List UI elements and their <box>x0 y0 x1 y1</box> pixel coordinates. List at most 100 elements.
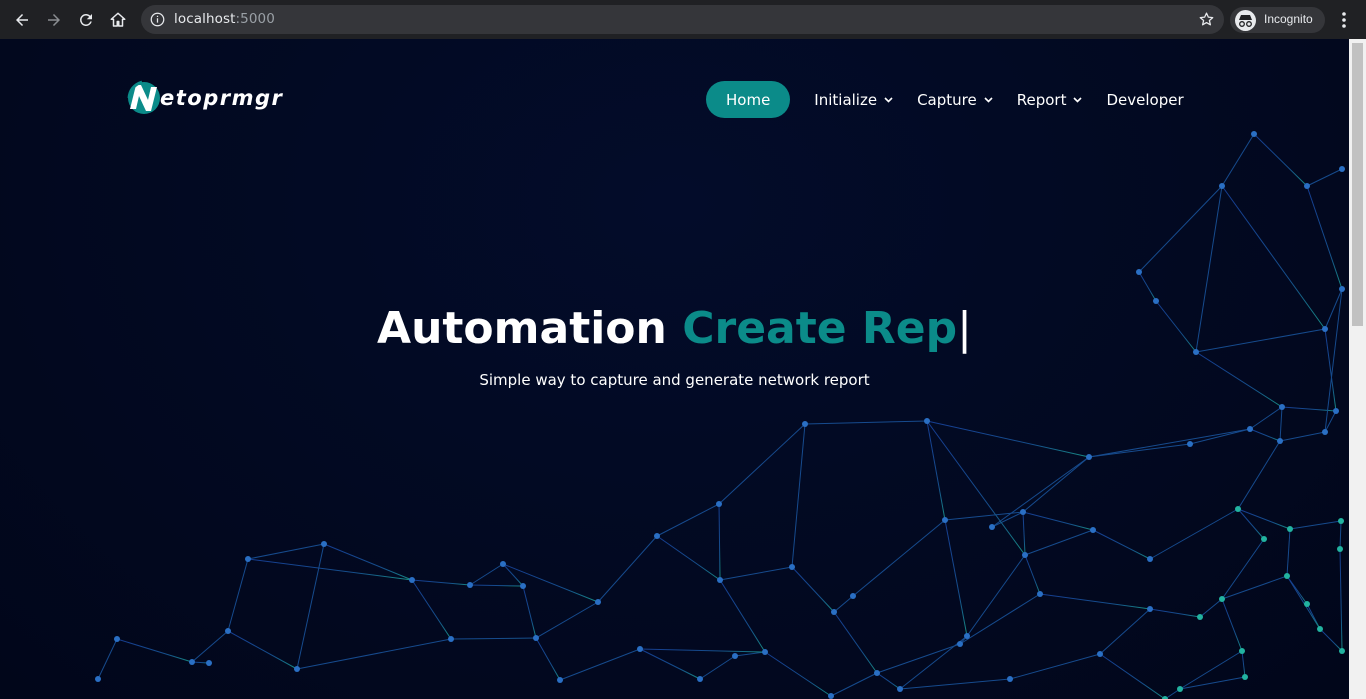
network-node <box>114 636 120 642</box>
back-button[interactable] <box>10 8 34 32</box>
network-line <box>1221 598 1243 652</box>
network-line <box>852 519 946 597</box>
network-line <box>1138 185 1223 273</box>
url-host: localhost <box>174 11 236 27</box>
network-line <box>1249 428 1281 442</box>
network-node <box>1086 454 1092 460</box>
network-node <box>1187 441 1193 447</box>
info-icon[interactable] <box>150 12 165 27</box>
network-line <box>1099 608 1151 655</box>
reload-button[interactable] <box>74 8 98 32</box>
network-line <box>1189 428 1251 445</box>
page-scrollbar[interactable] <box>1349 39 1366 699</box>
arrow-right-icon <box>48 14 60 26</box>
network-line <box>764 651 832 697</box>
network-line <box>247 543 325 560</box>
network-node <box>1277 438 1283 444</box>
network-line <box>833 611 878 674</box>
network-line <box>522 585 537 639</box>
network-line <box>1149 608 1201 618</box>
network-node <box>409 577 415 583</box>
network-line <box>1237 508 1291 530</box>
site-logo[interactable]: etoprmgr <box>124 78 283 118</box>
network-node <box>716 501 722 507</box>
hero-title-static: Automation <box>377 303 667 354</box>
nav-capture[interactable]: Capture <box>917 81 993 118</box>
typing-cursor: | <box>957 303 972 354</box>
network-node <box>1097 651 1103 657</box>
nav-developer-label: Developer <box>1106 90 1184 109</box>
network-node <box>1287 526 1293 532</box>
network-node <box>1339 648 1345 654</box>
network-node <box>595 599 601 605</box>
network-line <box>411 579 471 586</box>
network-node <box>1007 676 1013 682</box>
network-line <box>791 423 806 568</box>
logo-wordmark: etoprmgr <box>160 86 284 110</box>
bookmark-star-icon[interactable] <box>1198 11 1215 28</box>
network-line <box>469 563 504 586</box>
network-line <box>656 535 721 581</box>
network-node <box>1022 552 1028 558</box>
network-line <box>1022 456 1090 513</box>
network-node <box>1339 166 1345 172</box>
network-line <box>1306 168 1343 187</box>
network-node <box>802 421 808 427</box>
chevron-down-icon <box>884 96 893 103</box>
browser-toolbar: localhost:5000 Incognito <box>0 0 1366 39</box>
network-line <box>1009 653 1101 680</box>
reload-icon <box>80 13 92 26</box>
network-node <box>1251 131 1257 137</box>
nav-initialize[interactable]: Initialize <box>814 81 893 118</box>
network-line <box>833 595 854 613</box>
network-node <box>1322 429 1328 435</box>
network-line <box>718 503 721 581</box>
network-line <box>1279 431 1326 442</box>
incognito-profile-button[interactable]: Incognito <box>1230 7 1325 33</box>
network-node <box>557 677 563 683</box>
url-port: :5000 <box>235 11 275 27</box>
forward-button[interactable] <box>42 8 66 32</box>
url-text: localhost:5000 <box>174 11 275 27</box>
network-line <box>469 584 524 587</box>
network-line <box>450 637 537 640</box>
network-node <box>1304 183 1310 189</box>
kebab-menu-icon[interactable] <box>1336 10 1352 30</box>
network-line <box>1149 508 1239 560</box>
network-line <box>656 503 720 537</box>
network-node <box>225 628 231 634</box>
network-node <box>789 564 795 570</box>
nav-developer[interactable]: Developer <box>1106 81 1183 118</box>
network-node <box>1037 591 1043 597</box>
network-line <box>296 638 452 670</box>
network-node <box>942 517 948 523</box>
network-line <box>1088 443 1191 458</box>
network-node <box>1333 408 1339 414</box>
network-line <box>502 563 524 587</box>
network-node <box>1284 573 1290 579</box>
scrollbar-thumb[interactable] <box>1352 43 1363 326</box>
network-node <box>206 660 212 666</box>
network-line <box>1039 593 1151 610</box>
network-line <box>411 579 452 640</box>
network-node <box>717 577 723 583</box>
address-bar[interactable]: localhost:5000 <box>141 5 1224 34</box>
network-node <box>732 653 738 659</box>
network-line <box>597 535 658 603</box>
network-line <box>1286 528 1291 577</box>
network-node <box>762 649 768 655</box>
network-node <box>448 636 454 642</box>
nav-report[interactable]: Report <box>1017 81 1083 118</box>
network-line <box>1319 628 1343 652</box>
home-button[interactable] <box>106 8 130 32</box>
network-line <box>719 566 793 581</box>
network-node <box>850 593 856 599</box>
nav-home[interactable]: Home <box>706 81 791 118</box>
network-line <box>899 678 1011 690</box>
network-node <box>1147 606 1153 612</box>
network-line <box>1022 511 1094 531</box>
network-node <box>637 646 643 652</box>
network-line <box>535 637 561 681</box>
network-line <box>1241 650 1246 678</box>
network-line <box>227 558 249 632</box>
